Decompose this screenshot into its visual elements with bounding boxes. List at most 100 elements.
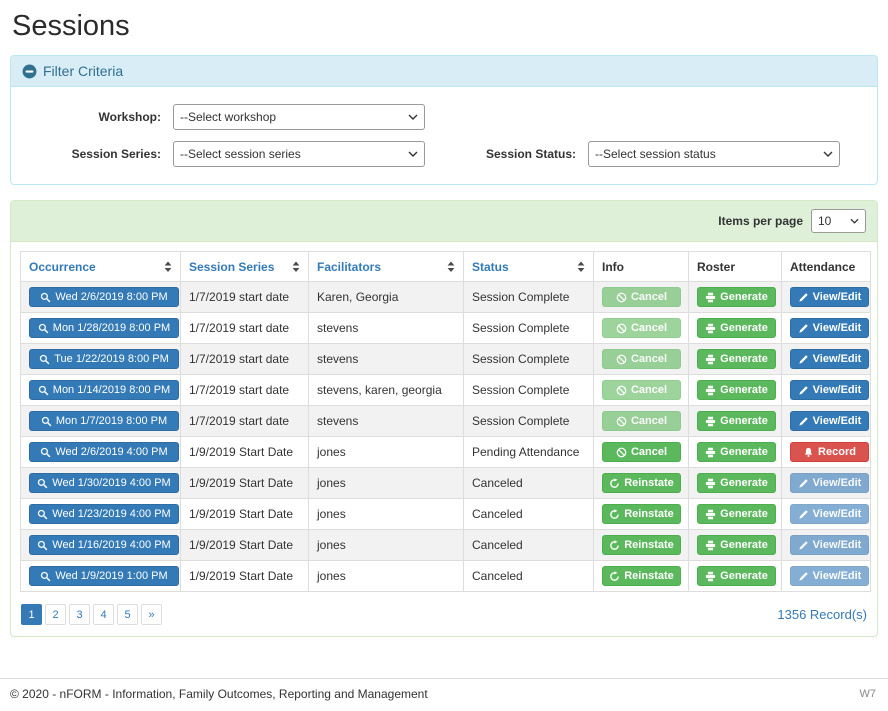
button-label: View/Edit (813, 540, 862, 551)
sessions-panel: Items per page 10 OccurrenceSession Seri… (10, 200, 878, 637)
attendance-cell: View/Edit (782, 282, 871, 313)
page-button-next[interactable]: » (141, 604, 162, 625)
roster-generate-button[interactable]: Generate (697, 442, 776, 462)
status-cell: Canceled (464, 561, 594, 592)
info-cancel-button[interactable]: Cancel (602, 380, 681, 400)
session-status-select[interactable]: --Select session status (588, 141, 840, 167)
print-icon (705, 416, 716, 427)
occurrence-button[interactable]: Wed 1/16/2019 4:00 PM (29, 535, 179, 555)
roster-generate-button[interactable]: Generate (697, 380, 776, 400)
print-icon (705, 478, 716, 489)
button-label: Generate (720, 509, 768, 520)
facilitators-cell: jones (309, 499, 464, 530)
filter-body: Workshop: --Select workshop Session Seri… (11, 87, 877, 184)
reinstate-icon (609, 540, 620, 551)
pencil-icon (798, 509, 809, 520)
button-label: Cancel (631, 323, 667, 334)
table-row: Wed 2/6/2019 8:00 PM1/7/2019 start dateK… (21, 282, 871, 313)
info-cell: Cancel (594, 437, 689, 468)
workshop-select-control[interactable]: --Select workshop (173, 104, 425, 130)
page-button-2[interactable]: 2 (45, 604, 66, 625)
attendance-view-edit-button[interactable]: View/Edit (790, 380, 869, 400)
occurrence-button[interactable]: Mon 1/14/2019 8:00 PM (29, 380, 179, 400)
occurrence-button[interactable]: Mon 1/28/2019 8:00 PM (29, 318, 179, 338)
attendance-record-button[interactable]: Record (790, 442, 869, 462)
sessions-table-container: Occurrence Session SeriesFacilitatorsStat… (11, 242, 877, 636)
column-header-facilitators[interactable]: Facilitators (309, 252, 464, 282)
column-header-status[interactable]: Status (464, 252, 594, 282)
button-label: Reinstate (624, 478, 674, 489)
roster-generate-button[interactable]: Generate (697, 535, 776, 555)
page-button-4[interactable]: 4 (93, 604, 114, 625)
roster-generate-button[interactable]: Generate (697, 318, 776, 338)
occurrence-button[interactable]: Tue 1/22/2019 8:00 PM (29, 349, 179, 369)
attendance-cell: View/Edit (782, 313, 871, 344)
session-series-cell: 1/9/2019 Start Date (181, 499, 309, 530)
attendance-view-edit-button[interactable]: View/Edit (790, 535, 869, 555)
occurrence-label: Wed 1/23/2019 4:00 PM (52, 509, 170, 520)
info-reinstate-button[interactable]: Reinstate (602, 535, 681, 555)
items-per-page-select[interactable]: 10 (811, 209, 866, 233)
page-button-1[interactable]: 1 (21, 604, 42, 625)
page-button-3[interactable]: 3 (69, 604, 90, 625)
info-cancel-button[interactable]: Cancel (602, 411, 681, 431)
items-per-page-select-control[interactable]: 10 (811, 209, 866, 233)
roster-cell: Generate (689, 530, 782, 561)
session-series-select[interactable]: --Select session series (173, 141, 425, 167)
table-row: Wed 2/6/2019 4:00 PM1/9/2019 Start Datej… (21, 437, 871, 468)
status-cell: Pending Attendance (464, 437, 594, 468)
workshop-select[interactable]: --Select workshop (173, 104, 425, 130)
occurrence-button[interactable]: Wed 1/9/2019 1:00 PM (29, 566, 179, 586)
facilitators-cell: jones (309, 530, 464, 561)
attendance-view-edit-button[interactable]: View/Edit (790, 287, 869, 307)
info-cancel-button[interactable]: Cancel (602, 349, 681, 369)
table-row: Mon 1/28/2019 8:00 PM1/7/2019 start date… (21, 313, 871, 344)
ban-icon (616, 447, 627, 458)
collapse-minus-circle-icon[interactable] (22, 64, 37, 79)
record-count: 1356 Record(s) (777, 607, 867, 622)
occurrence-button[interactable]: Mon 1/7/2019 8:00 PM (29, 411, 179, 431)
column-label: Occurrence (29, 260, 96, 274)
occurrence-button[interactable]: Wed 1/23/2019 4:00 PM (29, 504, 179, 524)
info-cell: Cancel (594, 375, 689, 406)
occurrence-button[interactable]: Wed 1/30/2019 4:00 PM (29, 473, 179, 493)
ban-icon (616, 416, 627, 427)
roster-generate-button[interactable]: Generate (697, 411, 776, 431)
session-series-cell: 1/9/2019 Start Date (181, 437, 309, 468)
attendance-view-edit-button[interactable]: View/Edit (790, 318, 869, 338)
info-reinstate-button[interactable]: Reinstate (602, 504, 681, 524)
column-header-info: Info (594, 252, 689, 282)
pencil-icon (798, 540, 809, 551)
roster-generate-button[interactable]: Generate (697, 287, 776, 307)
roster-generate-button[interactable]: Generate (697, 504, 776, 524)
info-reinstate-button[interactable]: Reinstate (602, 566, 681, 586)
session-series-cell: 1/9/2019 Start Date (181, 561, 309, 592)
session-series-select-control[interactable]: --Select session series (173, 141, 425, 167)
info-cancel-button[interactable]: Cancel (602, 287, 681, 307)
info-cancel-button[interactable]: Cancel (602, 442, 681, 462)
roster-cell: Generate (689, 499, 782, 530)
filter-panel-header[interactable]: Filter Criteria (11, 56, 877, 87)
roster-generate-button[interactable]: Generate (697, 566, 776, 586)
occurrence-label: Wed 1/9/2019 1:00 PM (55, 571, 167, 582)
attendance-view-edit-button[interactable]: View/Edit (790, 504, 869, 524)
column-header-session-series[interactable]: Session Series (181, 252, 309, 282)
ban-icon (616, 354, 627, 365)
attendance-view-edit-button[interactable]: View/Edit (790, 566, 869, 586)
page-button-5[interactable]: 5 (117, 604, 138, 625)
button-label: Reinstate (624, 540, 674, 551)
roster-generate-button[interactable]: Generate (697, 473, 776, 493)
table-row: Wed 1/16/2019 4:00 PM1/9/2019 Start Date… (21, 530, 871, 561)
button-label: Reinstate (624, 509, 674, 520)
attendance-cell: View/Edit (782, 499, 871, 530)
info-reinstate-button[interactable]: Reinstate (602, 473, 681, 493)
attendance-view-edit-button[interactable]: View/Edit (790, 349, 869, 369)
attendance-view-edit-button[interactable]: View/Edit (790, 411, 869, 431)
occurrence-button[interactable]: Wed 2/6/2019 4:00 PM (29, 442, 179, 462)
column-header-occurrence[interactable]: Occurrence (21, 252, 181, 282)
roster-generate-button[interactable]: Generate (697, 349, 776, 369)
info-cancel-button[interactable]: Cancel (602, 318, 681, 338)
attendance-view-edit-button[interactable]: View/Edit (790, 473, 869, 493)
occurrence-button[interactable]: Wed 2/6/2019 8:00 PM (29, 287, 179, 307)
session-status-select-control[interactable]: --Select session status (588, 141, 840, 167)
